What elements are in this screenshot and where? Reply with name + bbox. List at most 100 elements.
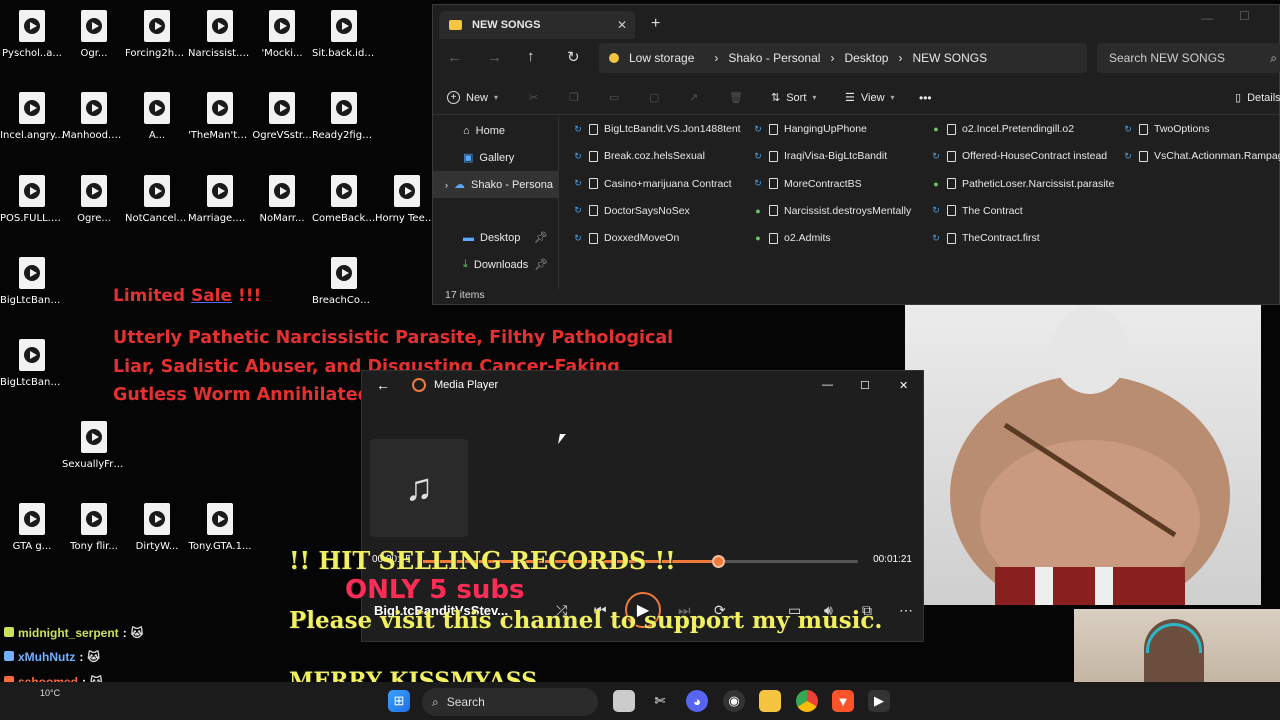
task-view-icon[interactable] [613, 690, 635, 712]
minimize-icon[interactable]: — [1201, 11, 1213, 25]
paste-icon[interactable]: ▭ [609, 91, 619, 104]
desktop-file-label: Tony.GTA.1... [188, 541, 252, 552]
up-arrow-icon[interactable]: ↑ [527, 48, 535, 65]
maximize-icon[interactable]: ☐ [860, 379, 870, 392]
nav-desktop[interactable]: ▬ Desktop 📌︎ [433, 224, 558, 251]
file-item[interactable]: ↻ MoreContractBS [753, 178, 861, 190]
close-tab-icon[interactable]: ✕ [617, 18, 627, 32]
file-item[interactable]: ↻ The Contract [931, 205, 1022, 217]
discord-icon[interactable]: ◕ [686, 690, 708, 712]
file-item[interactable]: ↻ BigLtcBandit.VS.Jon1488tent [573, 123, 740, 135]
nav-onedrive[interactable]: › ☁ Shako - Persona [433, 171, 558, 198]
weather-widget[interactable]: 10°C [40, 688, 60, 698]
file-item[interactable]: ● o2.Admits [753, 232, 830, 244]
desktop-file-icon[interactable]: NotCancelli... [125, 175, 189, 224]
media-player-taskbar-icon[interactable]: ▶ [868, 690, 890, 712]
more-options-icon[interactable]: ⋯ [899, 602, 913, 619]
brave-icon[interactable]: ▼ [832, 690, 854, 712]
desktop-file-icon[interactable]: Ready2fight... [312, 92, 376, 141]
file-item[interactable]: ↻ HangingUpPhone [753, 123, 867, 135]
desktop-file-icon[interactable]: NoMarr... [250, 175, 314, 224]
file-item[interactable]: ● o2.Incel.Pretendingill.o2 [931, 123, 1074, 135]
file-item[interactable]: ● PatheticLoser.Narcissist.parasite [931, 178, 1114, 190]
storage-warning[interactable]: Low storage [629, 51, 694, 65]
minimize-icon[interactable]: — [822, 379, 833, 391]
desktop-file-icon[interactable]: ComeBackl... [312, 175, 376, 224]
taskbar-search[interactable]: ⌕ Search [422, 688, 598, 716]
back-arrow-icon[interactable]: ← [376, 377, 390, 393]
details-button[interactable]: ▯ Details [1235, 91, 1280, 105]
file-item[interactable]: ● Narcissist.destroysMentally [753, 205, 911, 217]
file-item[interactable]: ↻ IraqiVisa-BigLtcBandit [753, 150, 887, 162]
desktop-file-icon[interactable]: 'TheMan'tal... [188, 92, 252, 141]
desktop-file-icon[interactable]: BigLtcBandi... [0, 339, 64, 388]
desktop-file-icon[interactable]: DirtyW... [125, 503, 189, 552]
desktop-file-icon[interactable]: Sit.back.idc... [312, 10, 376, 59]
desktop-file-icon[interactable]: 'Mocki... [250, 10, 314, 59]
desktop-file-icon[interactable]: Incel.angry... [0, 92, 64, 141]
file-item[interactable]: ↻ Break.coz.helsSexual [573, 150, 705, 162]
pin-icon: 📌︎ [534, 232, 548, 244]
file-name: VsChat.Actionman.Rampage [1154, 150, 1280, 163]
file-item[interactable]: ↻ Offered-HouseContract instead [931, 150, 1107, 162]
share-icon[interactable]: ↗ [689, 91, 698, 104]
file-item[interactable]: ↻ DoctorSaysNoSex [573, 205, 690, 217]
nav-downloads[interactable]: ⤓ Downloads 📌︎ [433, 251, 558, 278]
view-button[interactable]: ☰ View ▾ [845, 91, 895, 105]
desktop-file-icon[interactable]: Forcing2he... [125, 10, 189, 59]
desktop-file-icon[interactable]: Narcissist.G... [188, 10, 252, 59]
desktop-file-icon[interactable]: GTA g... [0, 503, 64, 552]
refresh-icon[interactable]: ↻ [567, 48, 580, 66]
breadcrumb-shako[interactable]: Shako - Personal [728, 51, 820, 65]
forward-arrow-icon[interactable]: → [487, 49, 502, 66]
desktop-file-icon[interactable]: POS.FULL.N... [0, 175, 64, 224]
desktop-file-icon[interactable]: Horny Teen... [375, 175, 439, 224]
desktop-file-icon[interactable]: BreachCont... [312, 257, 376, 306]
obs-icon[interactable]: ◉ [723, 690, 745, 712]
new-tab-button[interactable]: + [651, 15, 660, 33]
rename-icon[interactable]: ▢ [649, 91, 659, 104]
file-item[interactable]: ↻ DoxxedMoveOn [573, 232, 679, 244]
back-arrow-icon[interactable]: ← [447, 49, 462, 66]
file-item[interactable]: ↻ TheContract.first [931, 232, 1039, 244]
address-bar[interactable]: Low storage › Shako - Personal › Desktop… [599, 43, 1087, 73]
cut-icon[interactable]: ✂ [529, 91, 538, 104]
file-explorer-icon[interactable] [759, 690, 781, 712]
desktop-file-icon[interactable]: Marriage.N... [188, 175, 252, 224]
nav-gallery[interactable]: ▣ Gallery [433, 144, 558, 171]
new-button[interactable]: + New ▾ [447, 91, 498, 104]
audio-file-icon [589, 205, 598, 217]
more-options-icon[interactable]: ••• [919, 91, 932, 105]
desktop-file-icon[interactable]: BigLtcBandi... [0, 257, 64, 306]
tab-new-songs[interactable]: NEW SONGS ✕ [439, 11, 635, 39]
copy-icon[interactable]: ❐ [569, 91, 579, 104]
file-item[interactable]: ↻ VsChat.Actionman.Rampage [1123, 150, 1280, 162]
file-item[interactable]: ↻ TwoOptions [1123, 123, 1209, 135]
file-name: Offered-HouseContract instead [962, 150, 1108, 163]
start-button[interactable]: ⊞ [388, 690, 410, 712]
close-icon[interactable]: ✕ [899, 379, 908, 392]
desktop-file-icon[interactable]: Tony flir... [62, 503, 126, 552]
promo-sale-link[interactable]: Sale [191, 286, 232, 306]
sort-button[interactable]: ⇅ Sort ▾ [771, 91, 816, 105]
desktop-file-icon[interactable]: Ogre... [62, 175, 126, 224]
maximize-icon[interactable]: ☐ [1239, 9, 1250, 23]
desktop-file-icon[interactable]: Tony.GTA.1... [188, 503, 252, 552]
capcut-icon[interactable]: ✄ [649, 690, 671, 712]
desktop-file-icon[interactable]: Pyschol..a... [0, 10, 64, 59]
breadcrumb-desktop[interactable]: Desktop [844, 51, 888, 65]
seek-thumb[interactable] [712, 555, 726, 568]
chrome-icon[interactable] [796, 690, 818, 712]
desktop-file-icon[interactable]: Manhood.H... [62, 92, 126, 141]
delete-icon[interactable]: 🗑︎ [729, 91, 743, 104]
desktop-file-icon[interactable]: OgreVSstr... [250, 92, 314, 141]
desktop-file-icon[interactable]: A... [125, 92, 189, 141]
nav-home[interactable]: ⌂ Home [433, 117, 558, 144]
breadcrumb-new-songs[interactable]: NEW SONGS [912, 51, 987, 65]
search-input[interactable]: Search NEW SONGS ⌕ [1097, 43, 1280, 73]
file-item[interactable]: ↻ Casino+marijuana Contract [573, 178, 731, 190]
desktop-file-icon[interactable]: Ogr... [62, 10, 126, 59]
media-file-icon [331, 257, 357, 289]
media-file-icon [81, 503, 107, 535]
desktop-file-icon[interactable]: SexuallyFru... [62, 421, 126, 470]
